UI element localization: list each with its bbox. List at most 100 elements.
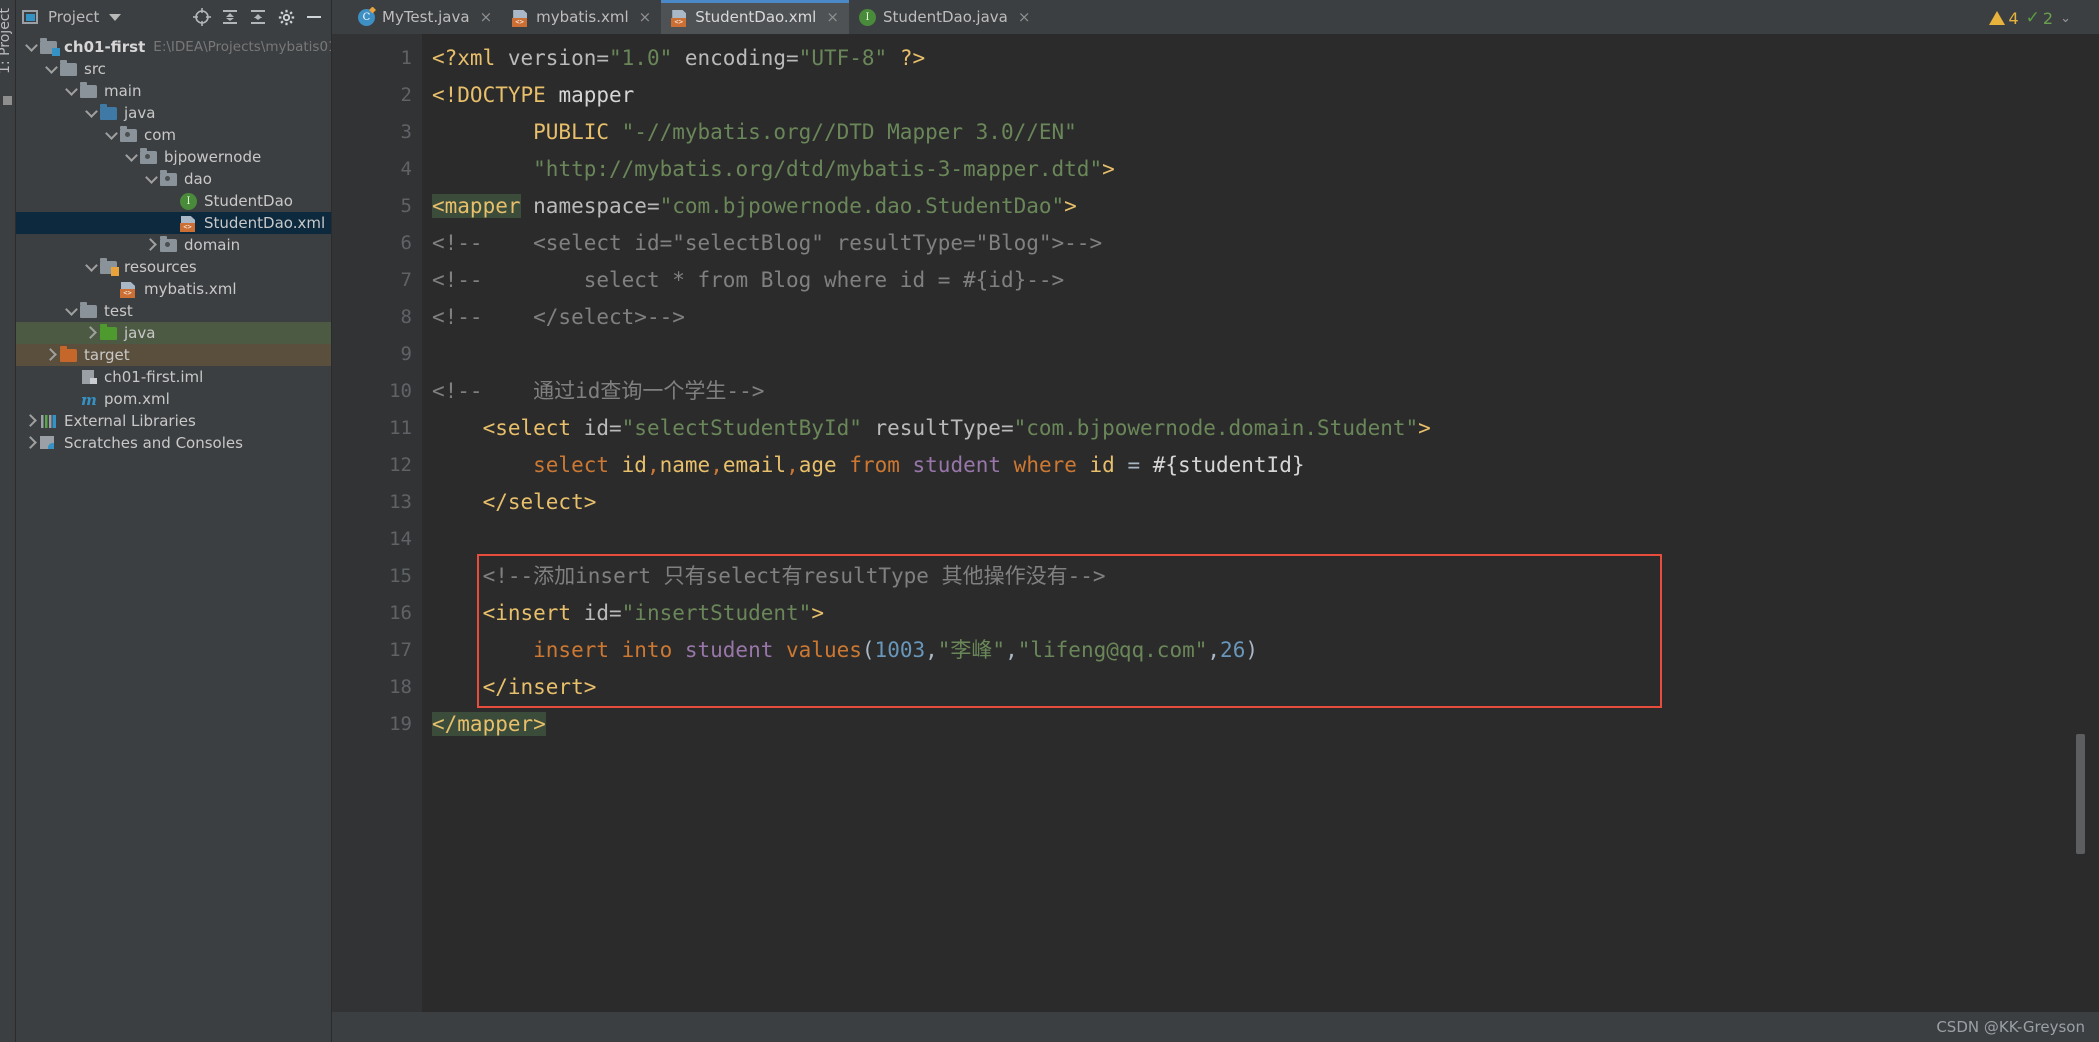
- chevron-down-icon[interactable]: [44, 61, 60, 77]
- editor-tab-studentdao-java[interactable]: I StudentDao.java ×: [848, 0, 1041, 34]
- gutter-line-3[interactable]: 3: [332, 114, 422, 151]
- gutter-line-1[interactable]: 1: [332, 40, 422, 77]
- tree-item-bjpowernode[interactable]: bjpowernode: [16, 146, 331, 168]
- gutter-line-9[interactable]: 9: [332, 336, 422, 373]
- close-icon[interactable]: ×: [826, 8, 839, 26]
- ok-count-group[interactable]: ✓ 2: [2026, 8, 2053, 28]
- chevron-down-icon[interactable]: [84, 105, 100, 121]
- code-line-2[interactable]: <!DOCTYPE mapper: [422, 77, 2099, 114]
- editor-body[interactable]: 12345−67891011−1213−141516−1718−19− <?xm…: [332, 34, 2099, 1042]
- chevron-down-icon[interactable]: [24, 39, 40, 55]
- gutter-line-4[interactable]: 4: [332, 151, 422, 188]
- gutter-line-13[interactable]: 13−: [332, 484, 439, 521]
- chevron-down-icon[interactable]: [64, 83, 80, 99]
- editor-tab-mybatis-xml[interactable]: <> mybatis.xml ×: [502, 0, 662, 34]
- gutter-line-14[interactable]: 14: [332, 521, 422, 558]
- editor-tab-mytest-java[interactable]: C MyTest.java ×: [348, 0, 503, 34]
- chevron-down-icon[interactable]: [64, 303, 80, 319]
- chevron-down-icon[interactable]: [109, 13, 122, 21]
- code-line-4[interactable]: "http://mybatis.org/dtd/mybatis-3-mapper…: [422, 151, 2099, 188]
- code-line-17[interactable]: insert into student values(1003,"李峰","li…: [422, 632, 2099, 669]
- chevron-right-icon[interactable]: [84, 325, 100, 341]
- code-line-13[interactable]: </select>: [422, 484, 2099, 521]
- tree-item-main[interactable]: main: [16, 80, 331, 102]
- project-tree[interactable]: ch01-first E:\IDEA\Projects\mybatis01\ch0…: [16, 34, 331, 1042]
- close-icon[interactable]: ×: [480, 8, 493, 26]
- chevron-right-icon[interactable]: [144, 237, 160, 253]
- gutter-line-12[interactable]: 12: [332, 447, 422, 484]
- tree-item-java[interactable]: java: [16, 102, 331, 124]
- chevron-down-icon[interactable]: ⌄: [2060, 11, 2071, 26]
- tree-item-ch01-first[interactable]: ch01-first E:\IDEA\Projects\mybatis01\ch0: [16, 36, 331, 58]
- tree-item-dao[interactable]: dao: [16, 168, 331, 190]
- gutter-line-2[interactable]: 2: [332, 77, 422, 114]
- editor-scrollbar[interactable]: [2076, 734, 2085, 854]
- tree-item-src[interactable]: src: [16, 58, 331, 80]
- editor-gutter[interactable]: 12345−67891011−1213−141516−1718−19−: [332, 34, 442, 1042]
- target-icon[interactable]: [191, 6, 213, 28]
- gear-icon[interactable]: [275, 6, 297, 28]
- editor-tab-bar[interactable]: C MyTest.java × <> mybatis.xml × <> StudentDao.…: [332, 0, 2099, 34]
- tree-item-external-libraries[interactable]: External Libraries: [16, 410, 331, 432]
- code-line-10[interactable]: <!-- 通过id查询一个学生-->: [422, 373, 2099, 410]
- collapse-icon[interactable]: [219, 6, 241, 28]
- tree-item-studentdao[interactable]: I StudentDao: [16, 190, 331, 212]
- chevron-right-icon[interactable]: [24, 413, 40, 429]
- inspection-widget[interactable]: 4 ✓ 2 ⌄: [1989, 8, 2071, 28]
- code-line-16[interactable]: <insert id="insertStudent">: [422, 595, 2099, 632]
- chevron-down-icon[interactable]: [144, 171, 160, 187]
- code-line-15[interactable]: <!--添加insert 只有select有resultType 其他操作没有-…: [422, 558, 2099, 595]
- gutter-line-6[interactable]: 6: [332, 225, 422, 262]
- project-tool-window-label[interactable]: 1: Project: [0, 8, 13, 74]
- gutter-line-11[interactable]: 11−: [332, 410, 439, 447]
- chevron-right-icon[interactable]: [24, 435, 40, 451]
- tree-item-pom-xml[interactable]: m pom.xml: [16, 388, 331, 410]
- maven-file-icon: m: [81, 391, 97, 409]
- code-line-1[interactable]: <?xml version="1.0" encoding="UTF-8" ?>: [422, 40, 2099, 77]
- gutter-line-10[interactable]: 10: [332, 373, 422, 410]
- expand-icon[interactable]: [247, 6, 269, 28]
- chevron-down-icon[interactable]: [104, 127, 120, 143]
- code-line-6[interactable]: <!-- <select id="selectBlog" resultType=…: [422, 225, 2099, 262]
- tree-item-test[interactable]: test: [16, 300, 331, 322]
- chevron-right-icon[interactable]: [44, 347, 60, 363]
- tree-item-scratches-and-consoles[interactable]: Scratches and Consoles: [16, 432, 331, 454]
- close-icon[interactable]: ×: [1018, 8, 1031, 26]
- gutter-line-18[interactable]: 18−: [332, 669, 442, 706]
- close-icon[interactable]: ×: [639, 8, 652, 26]
- tree-item-resources[interactable]: resources: [16, 256, 331, 278]
- code-token: select * from Blog where id = #{id}-->: [482, 268, 1065, 292]
- editor-tab-studentdao-xml[interactable]: <> StudentDao.xml ×: [661, 0, 849, 34]
- tree-item-studentdao-xml[interactable]: <> StudentDao.xml: [16, 212, 331, 234]
- tree-item-com[interactable]: com: [16, 124, 331, 146]
- chevron-down-icon[interactable]: [124, 149, 140, 165]
- code-line-8[interactable]: <!-- </select>-->: [422, 299, 2099, 336]
- code-line-5[interactable]: <mapper namespace="com.bjpowernode.dao.S…: [422, 188, 2099, 225]
- chevron-down-icon[interactable]: [84, 259, 100, 275]
- gutter-line-19[interactable]: 19−: [332, 706, 439, 743]
- code-line-12[interactable]: select id,name,email,age from student wh…: [422, 447, 2099, 484]
- code-content[interactable]: <?xml version="1.0" encoding="UTF-8" ?> <…: [422, 34, 2099, 1042]
- tree-item-ch01-first-iml[interactable]: ch01-first.iml: [16, 366, 331, 388]
- code-line-14[interactable]: [422, 521, 2099, 558]
- gutter-line-17[interactable]: 17: [332, 632, 422, 669]
- tree-item-domain[interactable]: domain: [16, 234, 331, 256]
- code-line-7[interactable]: <!-- select * from Blog where id = #{id}…: [422, 262, 2099, 299]
- gutter-line-8[interactable]: 8: [332, 299, 422, 336]
- minimize-icon[interactable]: [303, 6, 325, 28]
- warning-count-group[interactable]: 4: [1989, 9, 2019, 28]
- code-line-11[interactable]: <select id="selectStudentById" resultTyp…: [422, 410, 2099, 447]
- code-line-18[interactable]: </insert>: [422, 669, 2099, 706]
- gutter-line-16[interactable]: 16−: [332, 595, 439, 632]
- gutter-line-7[interactable]: 7: [332, 262, 422, 299]
- gutter-line-15[interactable]: 15: [332, 558, 422, 595]
- tree-item-target[interactable]: target: [16, 344, 331, 366]
- code-line-3[interactable]: PUBLIC "-//mybatis.org//DTD Mapper 3.0//…: [422, 114, 2099, 151]
- code-line-19[interactable]: </mapper>: [422, 706, 2099, 743]
- tree-item-java[interactable]: java: [16, 322, 331, 344]
- tree-item-mybatis-xml[interactable]: <> mybatis.xml: [16, 278, 331, 300]
- left-tool-strip[interactable]: 1: Project: [0, 0, 16, 1042]
- gutter-line-5[interactable]: 5−: [332, 188, 439, 225]
- code-line-9[interactable]: [422, 336, 2099, 373]
- tab-label: StudentDao.xml: [695, 8, 817, 26]
